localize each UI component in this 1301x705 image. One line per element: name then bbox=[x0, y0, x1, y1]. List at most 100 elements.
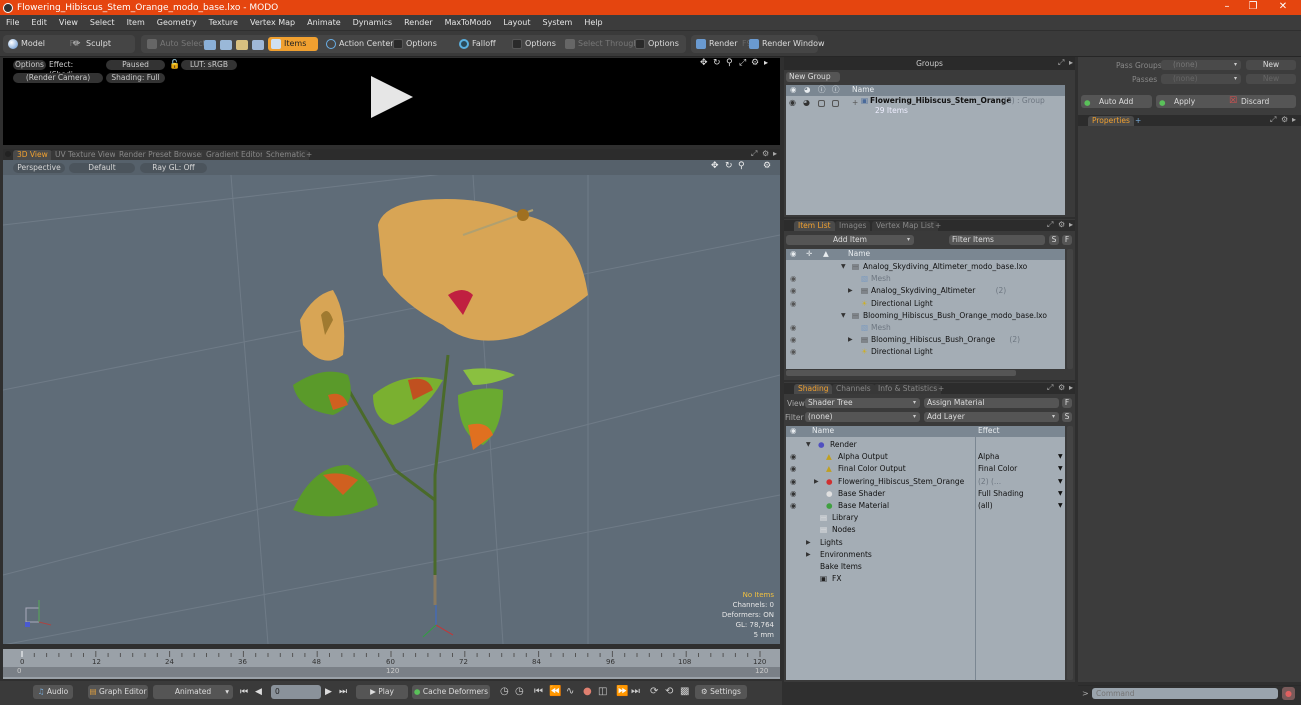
shader-tree-row[interactable]: ◉ ● Base Material (all) ▼ bbox=[786, 500, 1065, 512]
chevron-down-icon[interactable]: ▼ bbox=[1058, 488, 1063, 500]
key-curve-icon[interactable]: ∿ bbox=[566, 686, 574, 697]
paste-keys-icon[interactable]: ▩ bbox=[680, 686, 689, 697]
tab-shading[interactable]: Shading bbox=[794, 384, 833, 394]
visibility-column-icon[interactable]: ◉ bbox=[790, 249, 797, 259]
item-list-row[interactable]: ◉ ▶ ▤ Blooming_Hibiscus_Bush_Orange (2) bbox=[786, 334, 1065, 346]
apply-button[interactable]: ● Apply bbox=[1156, 95, 1296, 108]
add-tab-icon[interactable]: + bbox=[302, 150, 316, 160]
auto-add-button[interactable]: ● Auto Add bbox=[1081, 95, 1152, 108]
new-group-button[interactable]: New Group bbox=[786, 72, 840, 82]
falloff-button[interactable]: Falloff bbox=[456, 37, 506, 51]
shader-tree-row[interactable]: ▶ Environments bbox=[786, 549, 1065, 561]
eye-icon[interactable]: ◉ bbox=[790, 451, 797, 463]
visibility-column-icon[interactable]: ◉ bbox=[790, 85, 797, 95]
effect-value[interactable]: Alpha bbox=[978, 451, 999, 463]
close-icon[interactable]: ✕ bbox=[1268, 0, 1298, 15]
vertical-scrollbar[interactable] bbox=[1067, 426, 1073, 680]
chevron-down-icon[interactable]: ▼ bbox=[1058, 500, 1063, 512]
settings-button[interactable]: ⚙ Settings bbox=[695, 685, 747, 699]
render-button[interactable]: Render F9 bbox=[693, 37, 752, 51]
gear-icon[interactable]: ⚙ bbox=[1281, 115, 1288, 124]
tab-channels[interactable]: Channels bbox=[832, 384, 875, 394]
play-icon[interactable] bbox=[371, 76, 413, 118]
auto-select-button[interactable]: Auto Select bbox=[144, 37, 206, 51]
maximize-icon[interactable]: ⤢ bbox=[1047, 220, 1053, 230]
assign-material-button[interactable]: Assign Material bbox=[924, 398, 1059, 408]
maximize-icon[interactable]: ⤢ bbox=[1270, 115, 1276, 125]
action-center-options-button[interactable]: Options bbox=[390, 37, 450, 51]
edges-mode-icon[interactable] bbox=[220, 40, 232, 50]
s-toggle-button[interactable]: S bbox=[1062, 412, 1072, 422]
gear-icon[interactable]: ⚙ bbox=[763, 161, 771, 171]
auto-key-icon[interactable]: ◷ bbox=[500, 686, 509, 697]
eye-icon[interactable]: ◉ bbox=[790, 322, 797, 334]
tab-3d-view[interactable]: 3D View bbox=[13, 150, 52, 160]
menu-item[interactable]: Item bbox=[121, 18, 151, 27]
falloff-options-button[interactable]: Options bbox=[509, 37, 559, 51]
menu-system[interactable]: System bbox=[537, 18, 579, 27]
expand-arrow-icon[interactable]: ▶ bbox=[848, 334, 853, 346]
tab-properties[interactable]: Properties bbox=[1088, 116, 1134, 126]
shader-tree-row[interactable]: ▶ Lights bbox=[786, 537, 1065, 549]
eye-icon[interactable]: ◉ bbox=[790, 285, 797, 297]
render-window-button[interactable]: Render Window bbox=[746, 37, 825, 51]
hibiscus-model[interactable] bbox=[293, 199, 588, 605]
add-item-dropdown[interactable]: Add Item ▾ bbox=[786, 235, 914, 245]
shader-tree-row[interactable]: Bake Items bbox=[786, 561, 1065, 573]
shader-tree-row[interactable]: ▼ ● Render bbox=[786, 439, 1065, 451]
paused-button[interactable]: Paused bbox=[106, 60, 165, 70]
delete-key-icon[interactable]: ◫ bbox=[598, 686, 607, 697]
step-back-icon[interactable]: ◀ bbox=[255, 687, 262, 697]
lock-column-icon[interactable]: ⓘ bbox=[818, 85, 826, 95]
lock-icon[interactable]: 🔓 bbox=[169, 60, 180, 70]
item-list-row[interactable]: ◉ ▧ Mesh bbox=[786, 273, 1065, 285]
select-through-button[interactable]: Select Through bbox=[562, 37, 638, 51]
next-key-icon[interactable]: ⏭ bbox=[631, 686, 640, 697]
collapse-arrow-icon[interactable]: ▼ bbox=[841, 261, 846, 273]
passes-dropdown[interactable]: (none) ▾ bbox=[1161, 74, 1241, 84]
animated-dropdown[interactable]: Animated ▾ bbox=[153, 685, 233, 699]
effect-value[interactable]: Full Shading bbox=[978, 488, 1024, 500]
eye-icon[interactable]: ◉ bbox=[790, 346, 797, 358]
perspective-dropdown[interactable]: Perspective bbox=[13, 163, 65, 173]
shader-tree-row[interactable]: ▣ FX bbox=[786, 573, 1065, 585]
chevron-down-icon[interactable]: ▼ bbox=[1058, 476, 1063, 488]
default-style-dropdown[interactable]: Default bbox=[69, 163, 135, 173]
panel-menu-arrow-icon[interactable]: ▸ bbox=[1069, 383, 1073, 392]
add-layer-dropdown[interactable]: Add Layer ▾ bbox=[924, 412, 1059, 422]
name-column-header[interactable]: Name bbox=[812, 426, 834, 436]
effect-value[interactable]: Final Color bbox=[978, 463, 1017, 475]
prev-keyframe-icon[interactable]: ⏪ bbox=[549, 686, 561, 697]
name-column-header[interactable]: Name bbox=[852, 85, 874, 95]
filter-dropdown[interactable]: (none) ▾ bbox=[805, 412, 920, 422]
tab-vertex-map-list[interactable]: Vertex Map List bbox=[872, 221, 938, 231]
shader-tree-row[interactable]: ◉ ● Base Shader Full Shading ▼ bbox=[786, 488, 1065, 500]
expand-arrow-icon[interactable]: ▶ bbox=[848, 285, 853, 297]
menu-animate[interactable]: Animate bbox=[301, 18, 347, 27]
menu-dynamics[interactable]: Dynamics bbox=[347, 18, 398, 27]
command-history-icon[interactable]: ● bbox=[1282, 687, 1295, 700]
model-button[interactable]: Model F2 bbox=[5, 37, 79, 51]
shader-tree-row[interactable]: ▤ Nodes bbox=[786, 524, 1065, 536]
shader-tree-row[interactable]: ◉ ▲ Alpha Output Alpha ▼ bbox=[786, 451, 1065, 463]
sculpt-button[interactable]: ✏ Sculpt bbox=[70, 37, 130, 51]
menu-render[interactable]: Render bbox=[398, 18, 438, 27]
item-list-row[interactable]: ◉ ☀ Directional Light bbox=[786, 346, 1065, 358]
record-key-icon[interactable]: ● bbox=[583, 686, 592, 697]
eye-icon[interactable]: ◉ bbox=[790, 488, 797, 500]
auto-key-all-icon[interactable]: ◷ bbox=[515, 686, 524, 697]
effect-value[interactable]: (all) bbox=[978, 500, 993, 512]
menu-select[interactable]: Select bbox=[84, 18, 121, 27]
new-pass-button[interactable]: New bbox=[1246, 74, 1296, 84]
menu-geometry[interactable]: Geometry bbox=[151, 18, 203, 27]
pass-groups-dropdown[interactable]: (none) ▾ bbox=[1161, 60, 1241, 70]
maximize-icon[interactable]: ⤢ bbox=[739, 58, 746, 68]
gear-icon[interactable]: ⚙ bbox=[751, 58, 759, 68]
go-to-end-icon[interactable]: ⏭ bbox=[339, 687, 347, 697]
step-forward-icon[interactable]: ▶ bbox=[325, 687, 332, 697]
gear-icon[interactable]: ⚙ bbox=[1058, 220, 1065, 229]
prev-key-icon[interactable]: ⏮ bbox=[534, 686, 543, 697]
effect-dropdown[interactable]: Effect: (Shadi... bbox=[49, 60, 104, 79]
tab-info-statistics[interactable]: Info & Statistics bbox=[874, 384, 942, 394]
panel-menu-arrow-icon[interactable]: ▸ bbox=[1069, 58, 1073, 67]
